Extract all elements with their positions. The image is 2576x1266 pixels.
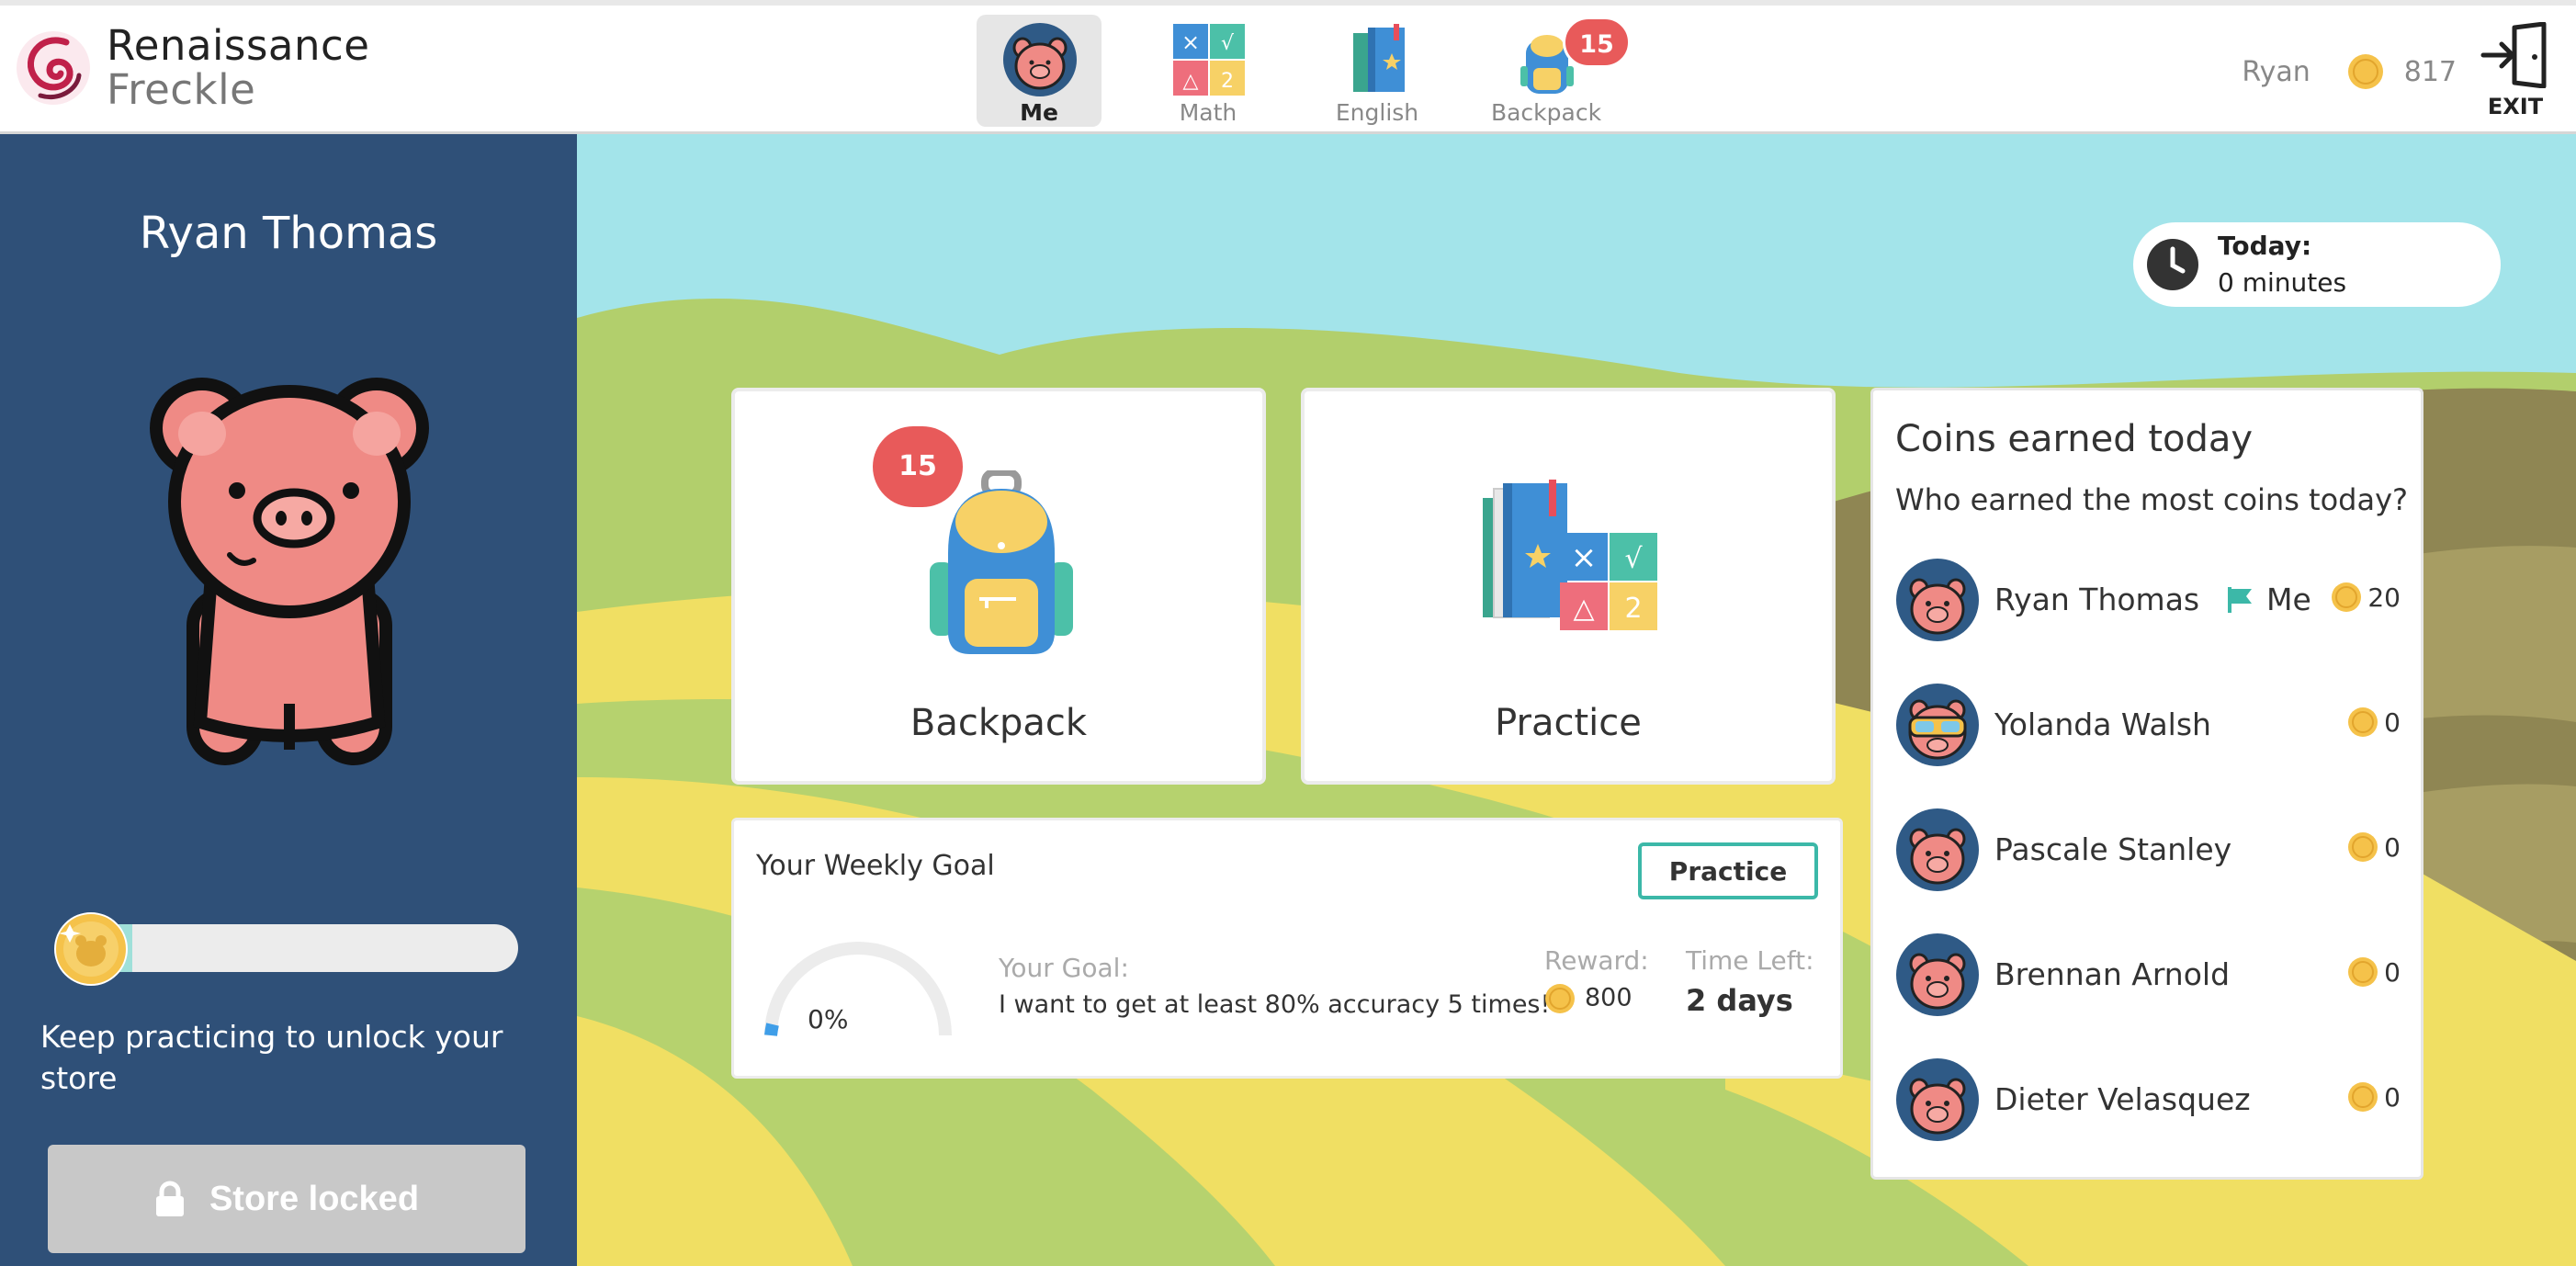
brand[interactable]: Renaissance Freckle — [13, 22, 369, 114]
leaderboard-name: Brennan Arnold — [1994, 956, 2231, 992]
time-left-label: Time Left: — [1686, 945, 1814, 976]
product-name: Freckle — [107, 65, 256, 114]
today-label: Today: — [2218, 231, 2312, 261]
leaderboard-row: Ryan Thomas Me 20 — [1895, 558, 2410, 644]
tab-backpack-label: Backpack — [1490, 99, 1602, 126]
leaderboard-title: Coins earned today — [1895, 418, 2254, 460]
svg-text:△: △ — [1573, 593, 1594, 625]
top-bar: Renaissance Freckle Me × √ △ 2 Math Engl… — [0, 0, 2576, 134]
pig-coin-icon — [54, 912, 128, 986]
leaderboard-coins: 0 — [2384, 956, 2401, 988]
user-area: Ryan 817 — [2242, 53, 2457, 90]
practice-card[interactable]: × √ △ 2 Practice — [1301, 388, 1836, 785]
tab-english[interactable]: English — [1315, 15, 1440, 127]
pig-avatar-icon — [1896, 1058, 1979, 1141]
renaissance-logo-icon — [17, 31, 90, 105]
goal-progress-gauge — [764, 942, 952, 1036]
store-unlock-message: Keep practicing to unlock your store — [40, 1019, 503, 1096]
me-indicator: Me — [2226, 582, 2311, 617]
exit-label: EXIT — [2487, 94, 2544, 119]
svg-text:2: 2 — [1221, 70, 1234, 93]
leaderboard-coins: 20 — [2367, 582, 2401, 613]
coin-icon — [2347, 54, 2383, 89]
pig-avatar-icon — [1896, 933, 1979, 1016]
leaderboard-coins: 0 — [2384, 706, 2401, 738]
coin-icon — [2348, 707, 2378, 737]
exit-button[interactable]: EXIT — [2473, 21, 2558, 119]
coin-icon — [2348, 1082, 2378, 1112]
tab-me[interactable]: Me — [977, 15, 1102, 127]
exit-door-icon — [2480, 21, 2547, 89]
weekly-goal-title: Your Weekly Goal — [756, 850, 995, 882]
pig-avatar-icon — [1896, 559, 1979, 641]
today-minutes: 0 minutes — [2218, 267, 2347, 298]
coin-icon — [2332, 582, 2362, 612]
coin-icon — [1545, 984, 1575, 1013]
brand-name: Renaissance — [107, 21, 370, 70]
backpack-card[interactable]: 15 Backpack — [731, 388, 1266, 785]
weekly-goal-panel: Your Weekly Goal Practice 0% Your Goal: … — [731, 818, 1843, 1079]
your-goal-text: I want to get at least 80% accuracy 5 ti… — [999, 990, 1551, 1019]
store-button-label: Store locked — [209, 1179, 420, 1218]
profile-name: Ryan Thomas — [139, 208, 438, 259]
reward-value: 800 — [1585, 983, 1633, 1012]
leaderboard-row: Dieter Velasquez 0 — [1895, 1057, 2410, 1144]
svg-text:×: × — [1181, 29, 1200, 55]
tab-math[interactable]: × √ △ 2 Math — [1146, 15, 1271, 127]
lock-icon — [155, 1181, 184, 1216]
time-left-value: 2 days — [1686, 983, 1793, 1018]
reward-label: Reward: — [1544, 945, 1649, 976]
backpack-icon — [930, 470, 1073, 654]
today-time-widget: Today: 0 minutes — [2133, 222, 2501, 307]
profile-sidebar: Ryan Thomas Keep practicing to unlock yo… — [0, 134, 577, 1266]
leaderboard-row: Yolanda Walsh 0 — [1895, 683, 2410, 769]
tab-backpack[interactable]: 15 Backpack — [1484, 15, 1631, 127]
goal-practice-button[interactable]: Practice — [1638, 842, 1818, 899]
svg-text:×: × — [1571, 539, 1598, 576]
username: Ryan — [2242, 55, 2310, 88]
math-icon: × √ △ 2 — [1173, 24, 1245, 96]
user-coin-total: 817 — [2403, 55, 2457, 88]
store-progress-bar — [64, 924, 518, 972]
me-label: Me — [2266, 582, 2311, 617]
pig-avatar-icon — [1003, 23, 1077, 96]
leaderboard-name: Dieter Velasquez — [1994, 1081, 2251, 1117]
backpack-count-badge: 15 — [1563, 17, 1631, 68]
pig-character-icon — [150, 378, 429, 765]
leaderboard-row: Pascale Stanley 0 — [1895, 808, 2410, 894]
backpack-card-badge: 15 — [873, 426, 963, 507]
coin-icon — [2348, 832, 2378, 862]
svg-text:√: √ — [1624, 543, 1643, 575]
main-nav: Me × √ △ 2 Math English 15 Backpack — [977, 15, 1653, 127]
pig-avatar-icon — [1896, 808, 1979, 891]
your-goal-label: Your Goal: — [999, 953, 1129, 983]
svg-text:√: √ — [1221, 32, 1235, 55]
book-icon — [1353, 24, 1405, 92]
backpack-card-label: Backpack — [910, 702, 1088, 744]
store-locked-button[interactable]: Store locked — [48, 1145, 525, 1253]
leaderboard-row: Brennan Arnold 0 — [1895, 933, 2410, 1019]
leaderboard-name: Pascale Stanley — [1994, 831, 2232, 867]
flag-icon — [2228, 586, 2252, 613]
leaderboard-coins: 0 — [2384, 1081, 2401, 1113]
coins-leaderboard: Coins earned today Who earned the most c… — [1870, 388, 2423, 1180]
practice-books-icon: × √ △ 2 — [1483, 480, 1657, 630]
coin-icon — [2348, 957, 2378, 987]
clock-icon — [2147, 239, 2198, 290]
pig-goggles-avatar-icon — [1896, 684, 1979, 766]
tab-me-label: Me — [1020, 99, 1058, 126]
svg-text:△: △ — [1183, 70, 1199, 93]
tab-english-label: English — [1335, 99, 1419, 126]
goal-percent: 0% — [808, 1004, 849, 1034]
leaderboard-name: Ryan Thomas — [1994, 582, 2200, 617]
leaderboard-name: Yolanda Walsh — [1994, 706, 2211, 742]
tab-math-label: Math — [1179, 99, 1237, 126]
svg-text:2: 2 — [1624, 593, 1642, 625]
leaderboard-coins: 0 — [2384, 831, 2401, 863]
practice-card-label: Practice — [1495, 702, 1642, 744]
leaderboard-subtitle: Who earned the most coins today? — [1895, 482, 2408, 517]
